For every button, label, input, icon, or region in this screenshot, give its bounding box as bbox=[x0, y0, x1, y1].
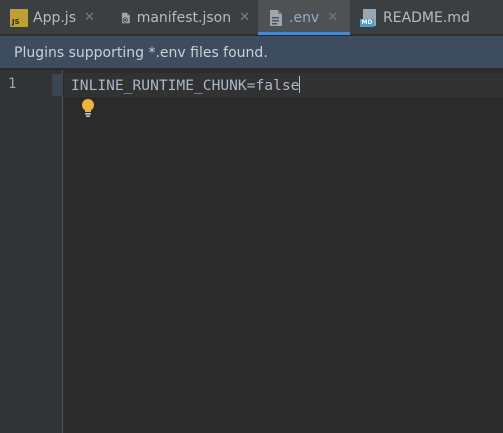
tab-label: README.md bbox=[383, 9, 470, 26]
close-icon[interactable]: ✕ bbox=[84, 10, 95, 25]
markdown-file-icon: MD bbox=[360, 8, 378, 27]
editor-tab-bar: JS App.js ✕ manifest.json ✕ .env ✕ MD RE… bbox=[0, 0, 503, 35]
close-icon[interactable]: ✕ bbox=[239, 10, 250, 25]
line-number: 1 bbox=[8, 76, 17, 92]
tab-readme-md[interactable]: MD README.md bbox=[350, 0, 503, 35]
close-icon[interactable]: ✕ bbox=[327, 10, 338, 25]
code-line-text: INLINE_RUNTIME_CHUNK=false bbox=[71, 77, 300, 94]
tab-app-js[interactable]: JS App.js ✕ bbox=[0, 0, 110, 35]
plugin-notification-banner: Plugins supporting *.env files found. bbox=[0, 36, 503, 69]
tab-label: manifest.json bbox=[136, 9, 232, 26]
tab-env[interactable]: .env ✕ bbox=[258, 0, 350, 35]
env-file-icon bbox=[270, 9, 282, 26]
tab-label: .env bbox=[289, 9, 320, 26]
code-editor[interactable]: INLINE_RUNTIME_CHUNK=false bbox=[64, 70, 503, 433]
current-line-gutter-marker bbox=[52, 74, 63, 96]
json-file-icon bbox=[121, 12, 130, 23]
notification-text: Plugins supporting *.env files found. bbox=[14, 45, 268, 61]
code-line[interactable]: INLINE_RUNTIME_CHUNK=false bbox=[71, 76, 301, 94]
tab-label: App.js bbox=[33, 9, 76, 26]
tab-manifest-json[interactable]: manifest.json ✕ bbox=[110, 0, 258, 35]
text-caret bbox=[299, 76, 301, 93]
js-file-icon: JS bbox=[10, 8, 28, 27]
lightbulb-icon[interactable] bbox=[80, 98, 96, 118]
line-number-gutter[interactable]: 1 bbox=[0, 70, 63, 433]
